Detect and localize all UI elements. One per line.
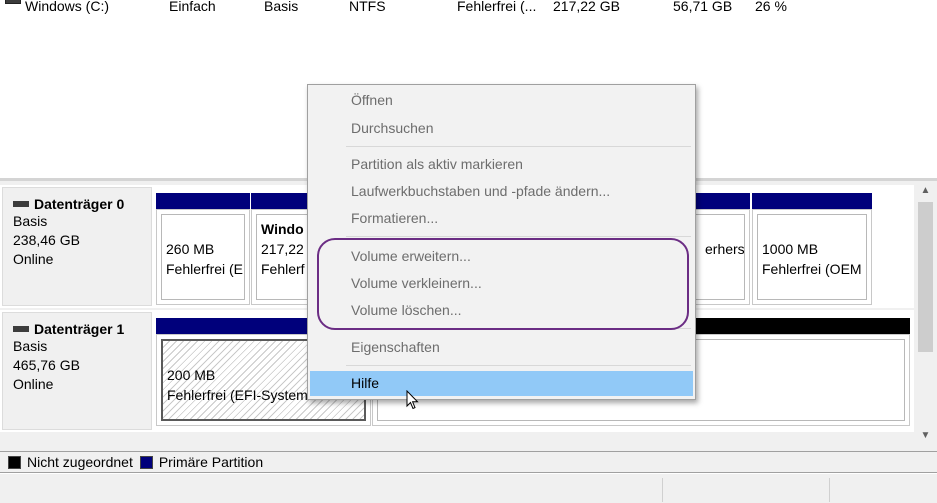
disk-label-1[interactable]: Datenträger 1 Basis 465,76 GB Online bbox=[2, 312, 152, 430]
partition-body: 260 MB Fehlerfrei (E bbox=[156, 209, 250, 305]
annotation-oval bbox=[317, 238, 689, 330]
menu-item-mark-active[interactable]: Partition als aktiv markieren bbox=[310, 152, 693, 177]
menu-item-format[interactable]: Formatieren... bbox=[310, 206, 693, 231]
partition-size: 1000 MB bbox=[762, 241, 819, 257]
volume-status: Fehlerfrei (... bbox=[457, 0, 537, 14]
volume-percent-free: 26 % bbox=[755, 0, 787, 14]
volume-type: Basis bbox=[264, 0, 299, 14]
disk-title: Datenträger 1 bbox=[13, 321, 151, 337]
scroll-thumb[interactable] bbox=[918, 202, 933, 352]
menu-item-open[interactable]: Öffnen bbox=[310, 88, 693, 113]
volume-name: Windows (C:) bbox=[25, 0, 110, 14]
volume-layout: Einfach bbox=[169, 0, 216, 14]
partition-body: 1000 MB Fehlerfrei (OEM bbox=[752, 209, 872, 305]
disk-size: 465,76 GB bbox=[13, 357, 80, 373]
status-divider bbox=[662, 478, 663, 502]
legend: Nicht zugeordnet Primäre Partition bbox=[0, 451, 937, 473]
legend-swatch-primary bbox=[139, 455, 153, 469]
menu-separator bbox=[346, 236, 691, 237]
partition-status: Fehlerfrei (OEM bbox=[762, 261, 862, 277]
partition-status: Fehlerfrei (E bbox=[166, 261, 244, 277]
menu-separator bbox=[346, 365, 691, 366]
disk-icon bbox=[13, 326, 29, 332]
legend-item-unallocated: Nicht zugeordnet bbox=[8, 454, 133, 470]
menu-item-properties[interactable]: Eigenschaften bbox=[310, 335, 693, 360]
menu-item-change-drive-letter[interactable]: Laufwerkbuchstaben und -pfade ändern... bbox=[310, 179, 693, 204]
disk-state: Online bbox=[13, 376, 54, 392]
disk-state: Online bbox=[13, 251, 54, 267]
legend-label-primary: Primäre Partition bbox=[158, 454, 264, 470]
volume-filesystem: NTFS bbox=[349, 0, 386, 14]
mouse-cursor-icon bbox=[406, 390, 419, 410]
partition-size: 260 MB bbox=[166, 241, 215, 257]
partition-efi[interactable]: 260 MB Fehlerfrei (E bbox=[156, 193, 250, 305]
disk-label-0[interactable]: Datenträger 0 Basis 238,46 GB Online bbox=[2, 187, 152, 306]
disk-title: Datenträger 0 bbox=[13, 196, 151, 212]
volume-row-windows-c[interactable]: Windows (C:) Einfach Basis NTFS Fehlerfr… bbox=[0, 0, 937, 18]
status-divider bbox=[829, 478, 830, 502]
menu-item-help[interactable]: Hilfe bbox=[310, 371, 693, 396]
disk-icon bbox=[13, 201, 29, 207]
legend-swatch-unallocated bbox=[8, 455, 21, 469]
volume-free: 56,71 GB bbox=[673, 0, 733, 14]
volume-capacity: 217,22 GB bbox=[553, 0, 620, 14]
partition-info: 1000 MB Fehlerfrei (OEM bbox=[757, 214, 867, 300]
drive-icon bbox=[5, 0, 21, 4]
legend-item-primary: Primäre Partition bbox=[139, 454, 264, 470]
menu-item-browse[interactable]: Durchsuchen bbox=[310, 116, 693, 141]
legend-label-unallocated: Nicht zugeordnet bbox=[27, 454, 133, 470]
scroll-up-icon[interactable]: ▲ bbox=[916, 183, 935, 199]
partition-oem[interactable]: 1000 MB Fehlerfrei (OEM bbox=[752, 193, 872, 305]
disk-title-text: Datenträger 0 bbox=[34, 196, 125, 212]
partition-bar bbox=[752, 193, 872, 209]
status-bar bbox=[0, 474, 937, 503]
disk-kind: Basis bbox=[13, 338, 48, 354]
disk-title-text: Datenträger 1 bbox=[34, 321, 125, 337]
partition-info: 260 MB Fehlerfrei (E bbox=[161, 214, 245, 300]
menu-separator bbox=[346, 146, 691, 147]
scroll-down-icon[interactable]: ▼ bbox=[916, 428, 935, 444]
disk-size: 238,46 GB bbox=[13, 232, 80, 248]
disk-kind: Basis bbox=[13, 213, 48, 229]
partition-bar bbox=[156, 193, 250, 209]
